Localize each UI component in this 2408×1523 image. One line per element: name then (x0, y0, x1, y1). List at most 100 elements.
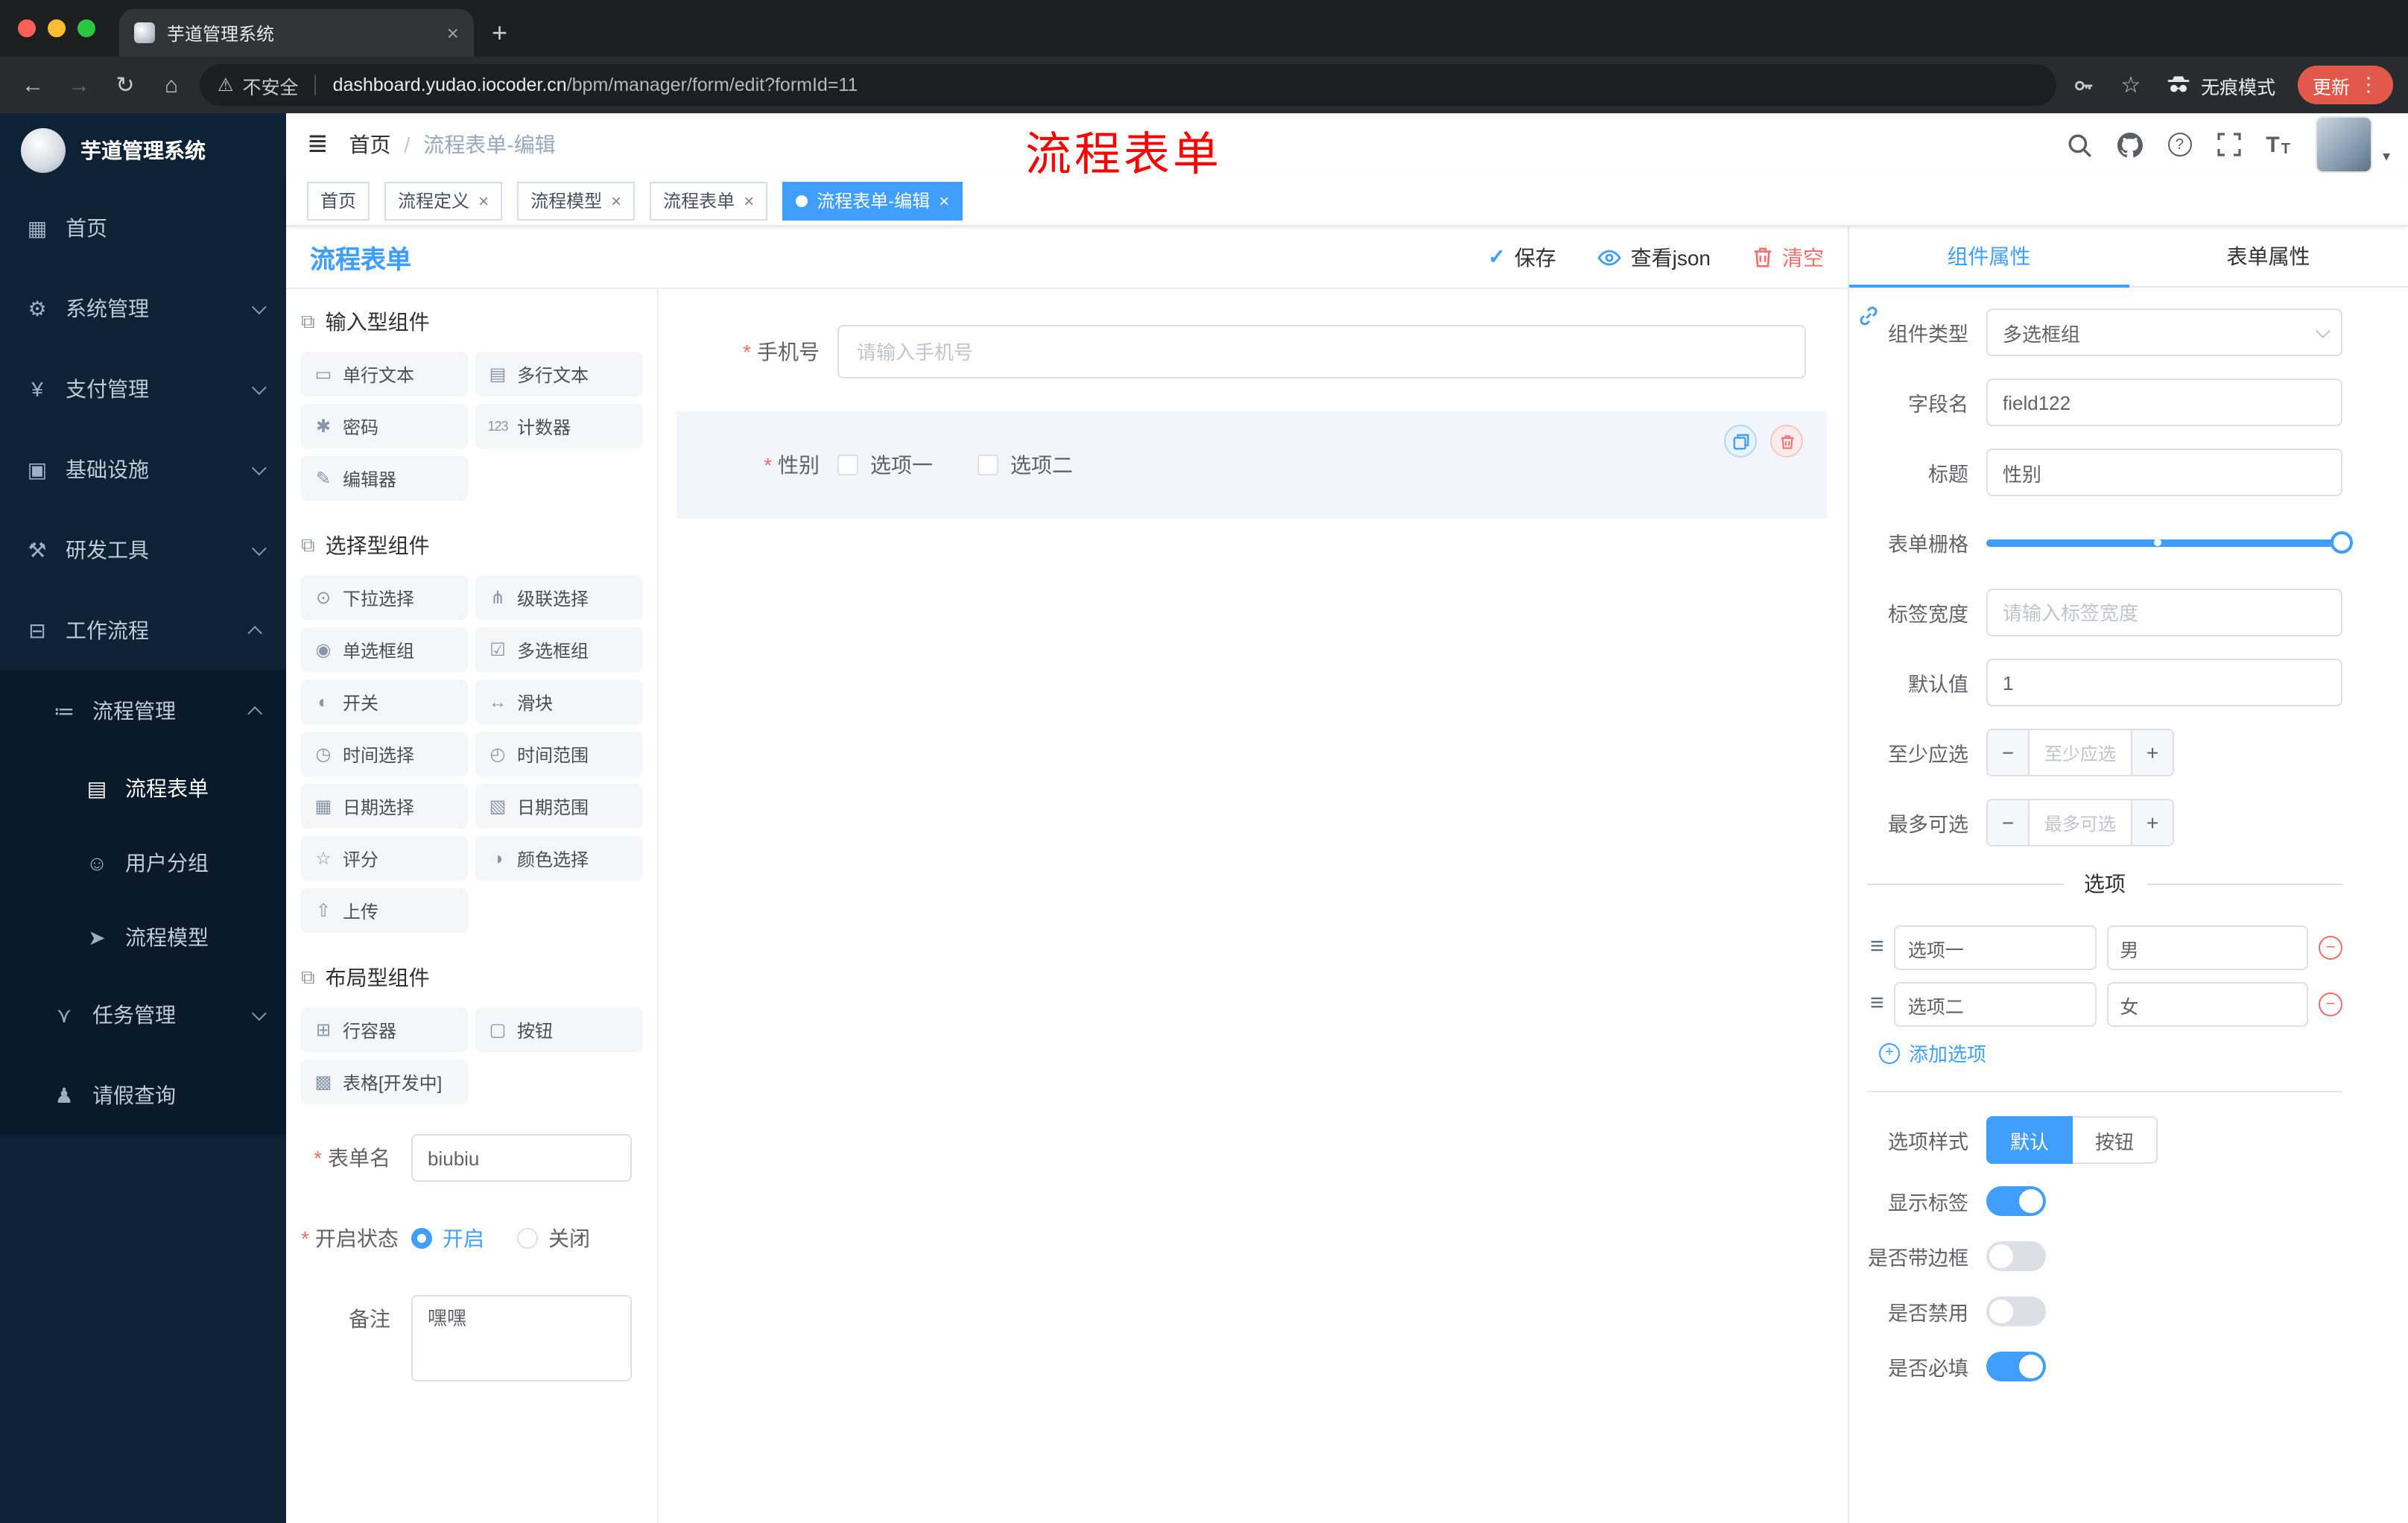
new-tab-button[interactable]: + (492, 19, 507, 46)
palette-item-password[interactable]: ✱ 密码 (301, 404, 468, 449)
password-key-icon[interactable] (2067, 67, 2103, 103)
option-2-label-input[interactable] (1894, 982, 2097, 1027)
sidebar-item-task-mgmt[interactable]: ⋎ 任务管理 (0, 975, 286, 1055)
copy-field-button[interactable] (1724, 425, 1757, 457)
palette-item-date-picker[interactable]: ▦ 日期选择 (301, 784, 468, 829)
component-type-select[interactable]: 多选框组 (1986, 308, 2342, 356)
max-select-value[interactable]: 最多可选 (2030, 800, 2131, 845)
palette-item-button[interactable]: ▢ 按钮 (475, 1007, 642, 1052)
close-window-button[interactable] (18, 19, 36, 37)
slider-handle[interactable] (2331, 531, 2353, 554)
palette-item-rate[interactable]: ☆ 评分 (301, 836, 468, 881)
user-avatar[interactable] (2315, 116, 2372, 173)
palette-item-single-line-text[interactable]: ▭ 单行文本 (301, 352, 468, 396)
palette-item-time-range[interactable]: ◴ 时间范围 (475, 732, 642, 776)
font-size-icon[interactable]: TT (2266, 132, 2290, 157)
increase-button[interactable]: + (2131, 730, 2173, 775)
palette-item-table[interactable]: ▩ 表格[开发中] (301, 1060, 468, 1104)
status-radio-off[interactable]: 关闭 (517, 1215, 590, 1262)
tag-close-icon[interactable]: × (478, 191, 489, 209)
palette-item-switch[interactable]: ◐ 开关 (301, 680, 468, 724)
palette-item-multi-line-text[interactable]: ▤ 多行文本 (475, 352, 642, 396)
zoom-window-button[interactable] (77, 19, 95, 37)
required-switch[interactable] (1986, 1352, 2046, 1381)
address-bar[interactable]: ⚠ 不安全 dashboard.yudao.iocoder.cn/bpm/man… (200, 64, 2056, 106)
status-radio-on[interactable]: 开启 (411, 1215, 484, 1262)
sidebar-item-system[interactable]: ⚙ 系统管理 (0, 268, 286, 349)
gender-option-1[interactable]: 选项一 (837, 450, 933, 480)
canvas-field-phone[interactable]: 手机号 (659, 310, 1806, 393)
tab-close-icon[interactable]: × (447, 22, 459, 43)
grid-slider[interactable] (1986, 519, 2353, 566)
gender-option-2[interactable]: 选项二 (978, 450, 1073, 480)
palette-item-row-container[interactable]: ⊞ 行容器 (301, 1007, 468, 1052)
help-icon[interactable]: ? (2167, 133, 2192, 156)
save-button[interactable]: ✓ 保存 (1488, 242, 1556, 272)
palette-item-color-picker[interactable]: ◑ 颜色选择 (475, 836, 642, 881)
phone-input[interactable] (837, 325, 1806, 379)
sidebar-item-user-group[interactable]: ☺ 用户分组 (0, 826, 286, 900)
style-default-button[interactable]: 默认 (1986, 1116, 2073, 1164)
increase-button[interactable]: + (2131, 800, 2173, 845)
remove-option-button[interactable]: − (2319, 936, 2342, 960)
tag-process-model[interactable]: 流程模型 × (517, 181, 636, 220)
palette-item-checkbox-group[interactable]: ☑ 多选框组 (475, 627, 642, 672)
sidebar-fold-icon[interactable]: ≣ (286, 130, 349, 159)
tag-process-definition[interactable]: 流程定义 × (384, 181, 503, 220)
sidebar-item-workflow[interactable]: ⊟ 工作流程 (0, 590, 286, 671)
palette-item-date-range[interactable]: ▧ 日期范围 (475, 784, 642, 829)
title-input[interactable] (1986, 449, 2342, 496)
decrease-button[interactable]: − (1988, 800, 2030, 845)
option-1-label-input[interactable] (1894, 925, 2097, 970)
palette-item-select[interactable]: ⊙ 下拉选择 (301, 575, 468, 620)
field-name-input[interactable] (1986, 379, 2342, 426)
form-name-input[interactable] (411, 1134, 632, 1182)
palette-item-counter[interactable]: 123 计数器 (475, 404, 642, 449)
palette-item-slider[interactable]: ↔ 滑块 (475, 680, 642, 724)
avatar-caret-icon[interactable]: ▾ (2383, 148, 2390, 165)
browser-update-button[interactable]: 更新 ⋮ (2297, 66, 2393, 104)
design-canvas[interactable]: 手机号 (659, 289, 1848, 1523)
forward-button[interactable]: → (61, 67, 97, 103)
label-width-input[interactable] (1986, 589, 2342, 636)
add-option-button[interactable]: + 添加选项 (1879, 1039, 2342, 1067)
sidebar-item-process-mgmt[interactable]: ≔ 流程管理 (0, 671, 286, 751)
option-2-value-input[interactable] (2106, 982, 2308, 1027)
minimize-window-button[interactable] (48, 19, 66, 37)
delete-field-button[interactable] (1770, 425, 1803, 457)
sidebar-item-process-form[interactable]: ▤ 流程表单 (0, 751, 286, 826)
reload-button[interactable]: ↻ (107, 67, 143, 103)
canvas-field-gender-selected[interactable]: 性别 选项一 选项二 (677, 411, 1827, 519)
back-button[interactable]: ← (15, 67, 51, 103)
github-icon[interactable] (2117, 132, 2143, 157)
link-icon[interactable] (1854, 301, 1883, 331)
breadcrumb-home[interactable]: 首页 (349, 130, 391, 159)
home-button[interactable]: ⌂ (153, 67, 189, 103)
decrease-button[interactable]: − (1988, 730, 2030, 775)
clear-button[interactable]: 清空 (1752, 242, 1824, 272)
option-1-value-input[interactable] (2106, 925, 2308, 970)
search-icon[interactable] (2066, 132, 2091, 157)
sidebar-item-home[interactable]: ▦ 首页 (0, 188, 286, 268)
style-button-button[interactable]: 按钮 (2073, 1116, 2158, 1164)
sidebar-item-leave-query[interactable]: ♟ 请假查询 (0, 1055, 286, 1136)
palette-item-cascader[interactable]: ⋔ 级联选择 (475, 575, 642, 620)
tag-close-icon[interactable]: × (939, 191, 949, 209)
tag-process-form-edit[interactable]: 流程表单-编辑 × (782, 181, 963, 220)
disabled-switch[interactable] (1986, 1296, 2046, 1326)
browser-menu-icon[interactable]: ⋮ (2359, 73, 2378, 97)
min-select-value[interactable]: 至少应选 (2030, 730, 2131, 775)
browser-tab[interactable]: 芋道管理系统 × (119, 9, 474, 57)
palette-item-radio-group[interactable]: ◉ 单选框组 (301, 627, 468, 672)
tag-process-form[interactable]: 流程表单 × (650, 181, 768, 220)
sidebar-item-payment[interactable]: ¥ 支付管理 (0, 349, 286, 429)
tag-close-icon[interactable]: × (744, 191, 754, 209)
sidebar-item-process-model[interactable]: ➤ 流程模型 (0, 900, 286, 975)
drag-handle-icon[interactable]: ≡ (1870, 991, 1884, 1018)
bookmark-star-icon[interactable]: ☆ (2113, 67, 2149, 103)
tag-home[interactable]: 首页 (307, 181, 370, 220)
remove-option-button[interactable]: − (2319, 992, 2342, 1016)
view-json-button[interactable]: 查看json (1597, 242, 1711, 272)
border-switch[interactable] (1986, 1241, 2046, 1271)
drag-handle-icon[interactable]: ≡ (1870, 934, 1884, 961)
